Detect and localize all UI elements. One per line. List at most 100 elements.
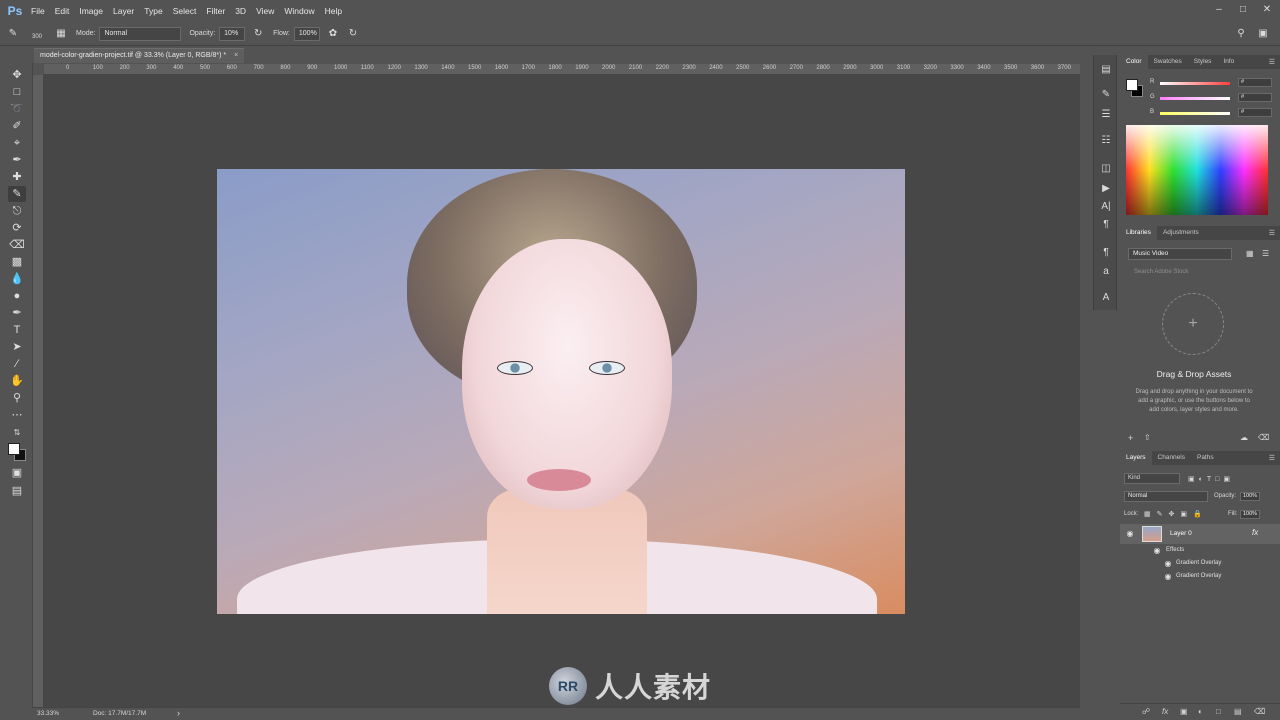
brush-presets-icon[interactable]: ✎ xyxy=(1099,88,1113,102)
character-icon[interactable]: A| xyxy=(1099,200,1113,214)
blend-mode-select[interactable]: Normal xyxy=(1124,491,1208,502)
slider-g-bar[interactable] xyxy=(1160,97,1230,100)
layer-filter-icons[interactable]: ▣◐T□▣ xyxy=(1188,475,1234,483)
effect-eye-icon[interactable]: ◉ xyxy=(1163,572,1173,582)
slider-b-bar[interactable] xyxy=(1160,112,1230,115)
menu-filter[interactable]: Filter xyxy=(201,6,230,16)
add-content-icon[interactable]: + xyxy=(1128,433,1133,443)
close-window-button[interactable]: ✕ xyxy=(1260,4,1274,16)
new-group-icon[interactable]: □ xyxy=(1216,707,1221,716)
quick-selection-tool-icon[interactable]: ✐ xyxy=(8,118,26,134)
brush-preset-picker[interactable]: 300 xyxy=(26,27,48,41)
tab-layers[interactable]: Layers xyxy=(1120,451,1152,465)
menu-view[interactable]: View xyxy=(251,6,279,16)
history-icon[interactable]: ▤ xyxy=(1099,63,1113,77)
brush-tool-icon[interactable]: ✎ xyxy=(6,27,20,41)
line-tool-icon[interactable]: ∕ xyxy=(8,356,26,372)
slider-r-bar[interactable] xyxy=(1160,82,1230,85)
effect-eye-icon[interactable]: ◉ xyxy=(1163,559,1173,569)
document-tab[interactable]: model-color-gradien-project.tif @ 33.3% … xyxy=(34,48,245,63)
add-mask-icon[interactable]: ▣ xyxy=(1180,707,1188,716)
document-image[interactable] xyxy=(217,169,905,614)
tab-adjustments[interactable]: Adjustments xyxy=(1157,226,1205,240)
menu-help[interactable]: Help xyxy=(320,6,347,16)
menu-3d[interactable]: 3D xyxy=(230,6,251,16)
menu-type[interactable]: Type xyxy=(139,6,167,16)
new-layer-icon[interactable]: ▤ xyxy=(1234,707,1242,716)
pressure-size-icon[interactable]: ↻ xyxy=(346,27,360,41)
menu-select[interactable]: Select xyxy=(168,6,202,16)
add-asset-icon[interactable]: + xyxy=(1162,293,1224,355)
type-glyph-icon[interactable]: A xyxy=(1099,291,1113,305)
effect-gradient-overlay-1[interactable]: Gradient Overlay xyxy=(1176,560,1221,566)
library-select[interactable]: Music Video xyxy=(1128,248,1232,260)
minimize-button[interactable]: – xyxy=(1212,4,1226,16)
properties-icon[interactable]: ☰ xyxy=(1099,108,1113,122)
marquee-tool-icon[interactable]: □ xyxy=(8,84,26,100)
character-styles-icon[interactable]: a xyxy=(1099,265,1113,279)
opacity-field[interactable]: 10% xyxy=(219,26,246,41)
delete-layer-icon[interactable]: ⌫ xyxy=(1254,707,1265,716)
horizontal-ruler[interactable]: 0 100 200 300 400 500 600 700 800 900 1000 1100 1200… xyxy=(44,64,1080,75)
pressure-opacity-icon[interactable]: ↻ xyxy=(251,27,265,41)
history-brush-tool-icon[interactable]: ⟳ xyxy=(8,220,26,236)
pen-tool-icon[interactable]: ✒ xyxy=(8,305,26,321)
workspace-icon[interactable]: ▣ xyxy=(1256,27,1270,41)
menu-file[interactable]: File xyxy=(26,6,50,16)
tab-color[interactable]: Color xyxy=(1120,55,1148,69)
play-action-icon[interactable]: ▶ xyxy=(1099,182,1113,196)
slider-g[interactable]: G # xyxy=(1150,93,1278,104)
tab-channels[interactable]: Channels xyxy=(1152,451,1191,465)
effects-label[interactable]: Effects xyxy=(1166,547,1184,553)
grid-view-icon[interactable]: ▦ xyxy=(1246,249,1254,258)
effects-eye-icon[interactable]: ◉ xyxy=(1152,546,1162,556)
slider-g-value[interactable]: # xyxy=(1238,93,1272,102)
gradient-tool-icon[interactable]: ▩ xyxy=(8,254,26,270)
path-selection-tool-icon[interactable]: ➤ xyxy=(8,339,26,355)
effect-gradient-overlay-2[interactable]: Gradient Overlay xyxy=(1176,573,1221,579)
brush-tool-icon[interactable]: ✎ xyxy=(8,186,26,202)
menu-window[interactable]: Window xyxy=(279,6,319,16)
foreground-color-swatch[interactable] xyxy=(8,443,20,455)
zoom-tool-icon[interactable]: ⚲ xyxy=(8,390,26,406)
tab-swatches[interactable]: Swatches xyxy=(1148,55,1188,69)
adjustment-layer-icon[interactable]: ◐ xyxy=(1198,707,1203,716)
layer-row[interactable]: ◉ Layer 0 fx xyxy=(1120,524,1280,544)
vertical-ruler[interactable] xyxy=(33,75,44,707)
menu-layer[interactable]: Layer xyxy=(108,6,139,16)
slider-b-value[interactable]: # xyxy=(1238,108,1272,117)
move-tool-icon[interactable]: ✥ xyxy=(8,67,26,83)
glyphs-icon[interactable]: ☷ xyxy=(1099,134,1113,148)
brush-settings-icon[interactable]: ▦ xyxy=(54,27,68,41)
airbrush-icon[interactable]: ✿ xyxy=(326,27,340,41)
edit-toolbar-icon[interactable]: ⋯ xyxy=(8,407,26,423)
close-document-icon[interactable]: × xyxy=(234,52,238,59)
upload-icon[interactable]: ⇧ xyxy=(1144,433,1151,442)
panel-menu-icon[interactable]: ☰ xyxy=(1269,58,1275,66)
lock-icons[interactable]: ▦✎✥▣🔒 xyxy=(1144,510,1208,518)
slider-r[interactable]: R # xyxy=(1150,78,1278,89)
paragraph-styles-icon[interactable]: ¶ xyxy=(1099,246,1113,260)
layer-name[interactable]: Layer 0 xyxy=(1170,530,1192,537)
swap-colors-icon[interactable]: ⇅ xyxy=(8,425,26,441)
menu-edit[interactable]: Edit xyxy=(50,6,75,16)
tab-styles[interactable]: Styles xyxy=(1188,55,1218,69)
flow-field[interactable]: 100% xyxy=(293,26,320,41)
mode-select[interactable]: Normal xyxy=(99,26,182,41)
crop-tool-icon[interactable]: ⌖ xyxy=(8,135,26,151)
panel-menu-icon[interactable]: ☰ xyxy=(1269,229,1275,237)
eraser-tool-icon[interactable]: ⌫ xyxy=(8,237,26,253)
list-view-icon[interactable]: ☰ xyxy=(1262,249,1269,258)
paragraph-icon[interactable]: ¶ xyxy=(1099,218,1113,232)
link-layers-icon[interactable]: ☍ xyxy=(1142,707,1150,716)
zoom-level[interactable]: 33.33% xyxy=(37,710,59,717)
tab-paths[interactable]: Paths xyxy=(1191,451,1220,465)
blur-tool-icon[interactable]: 💧 xyxy=(8,271,26,287)
eyedropper-tool-icon[interactable]: ✒ xyxy=(8,152,26,168)
slider-r-value[interactable]: # xyxy=(1238,78,1272,87)
screen-mode-icon[interactable]: ▤ xyxy=(8,483,26,499)
trash-icon[interactable]: ⌫ xyxy=(1258,433,1269,442)
quick-mask-icon[interactable]: ▣ xyxy=(8,465,26,481)
panel-menu-icon[interactable]: ☰ xyxy=(1269,454,1275,462)
status-menu-arrow[interactable]: › xyxy=(177,708,180,718)
